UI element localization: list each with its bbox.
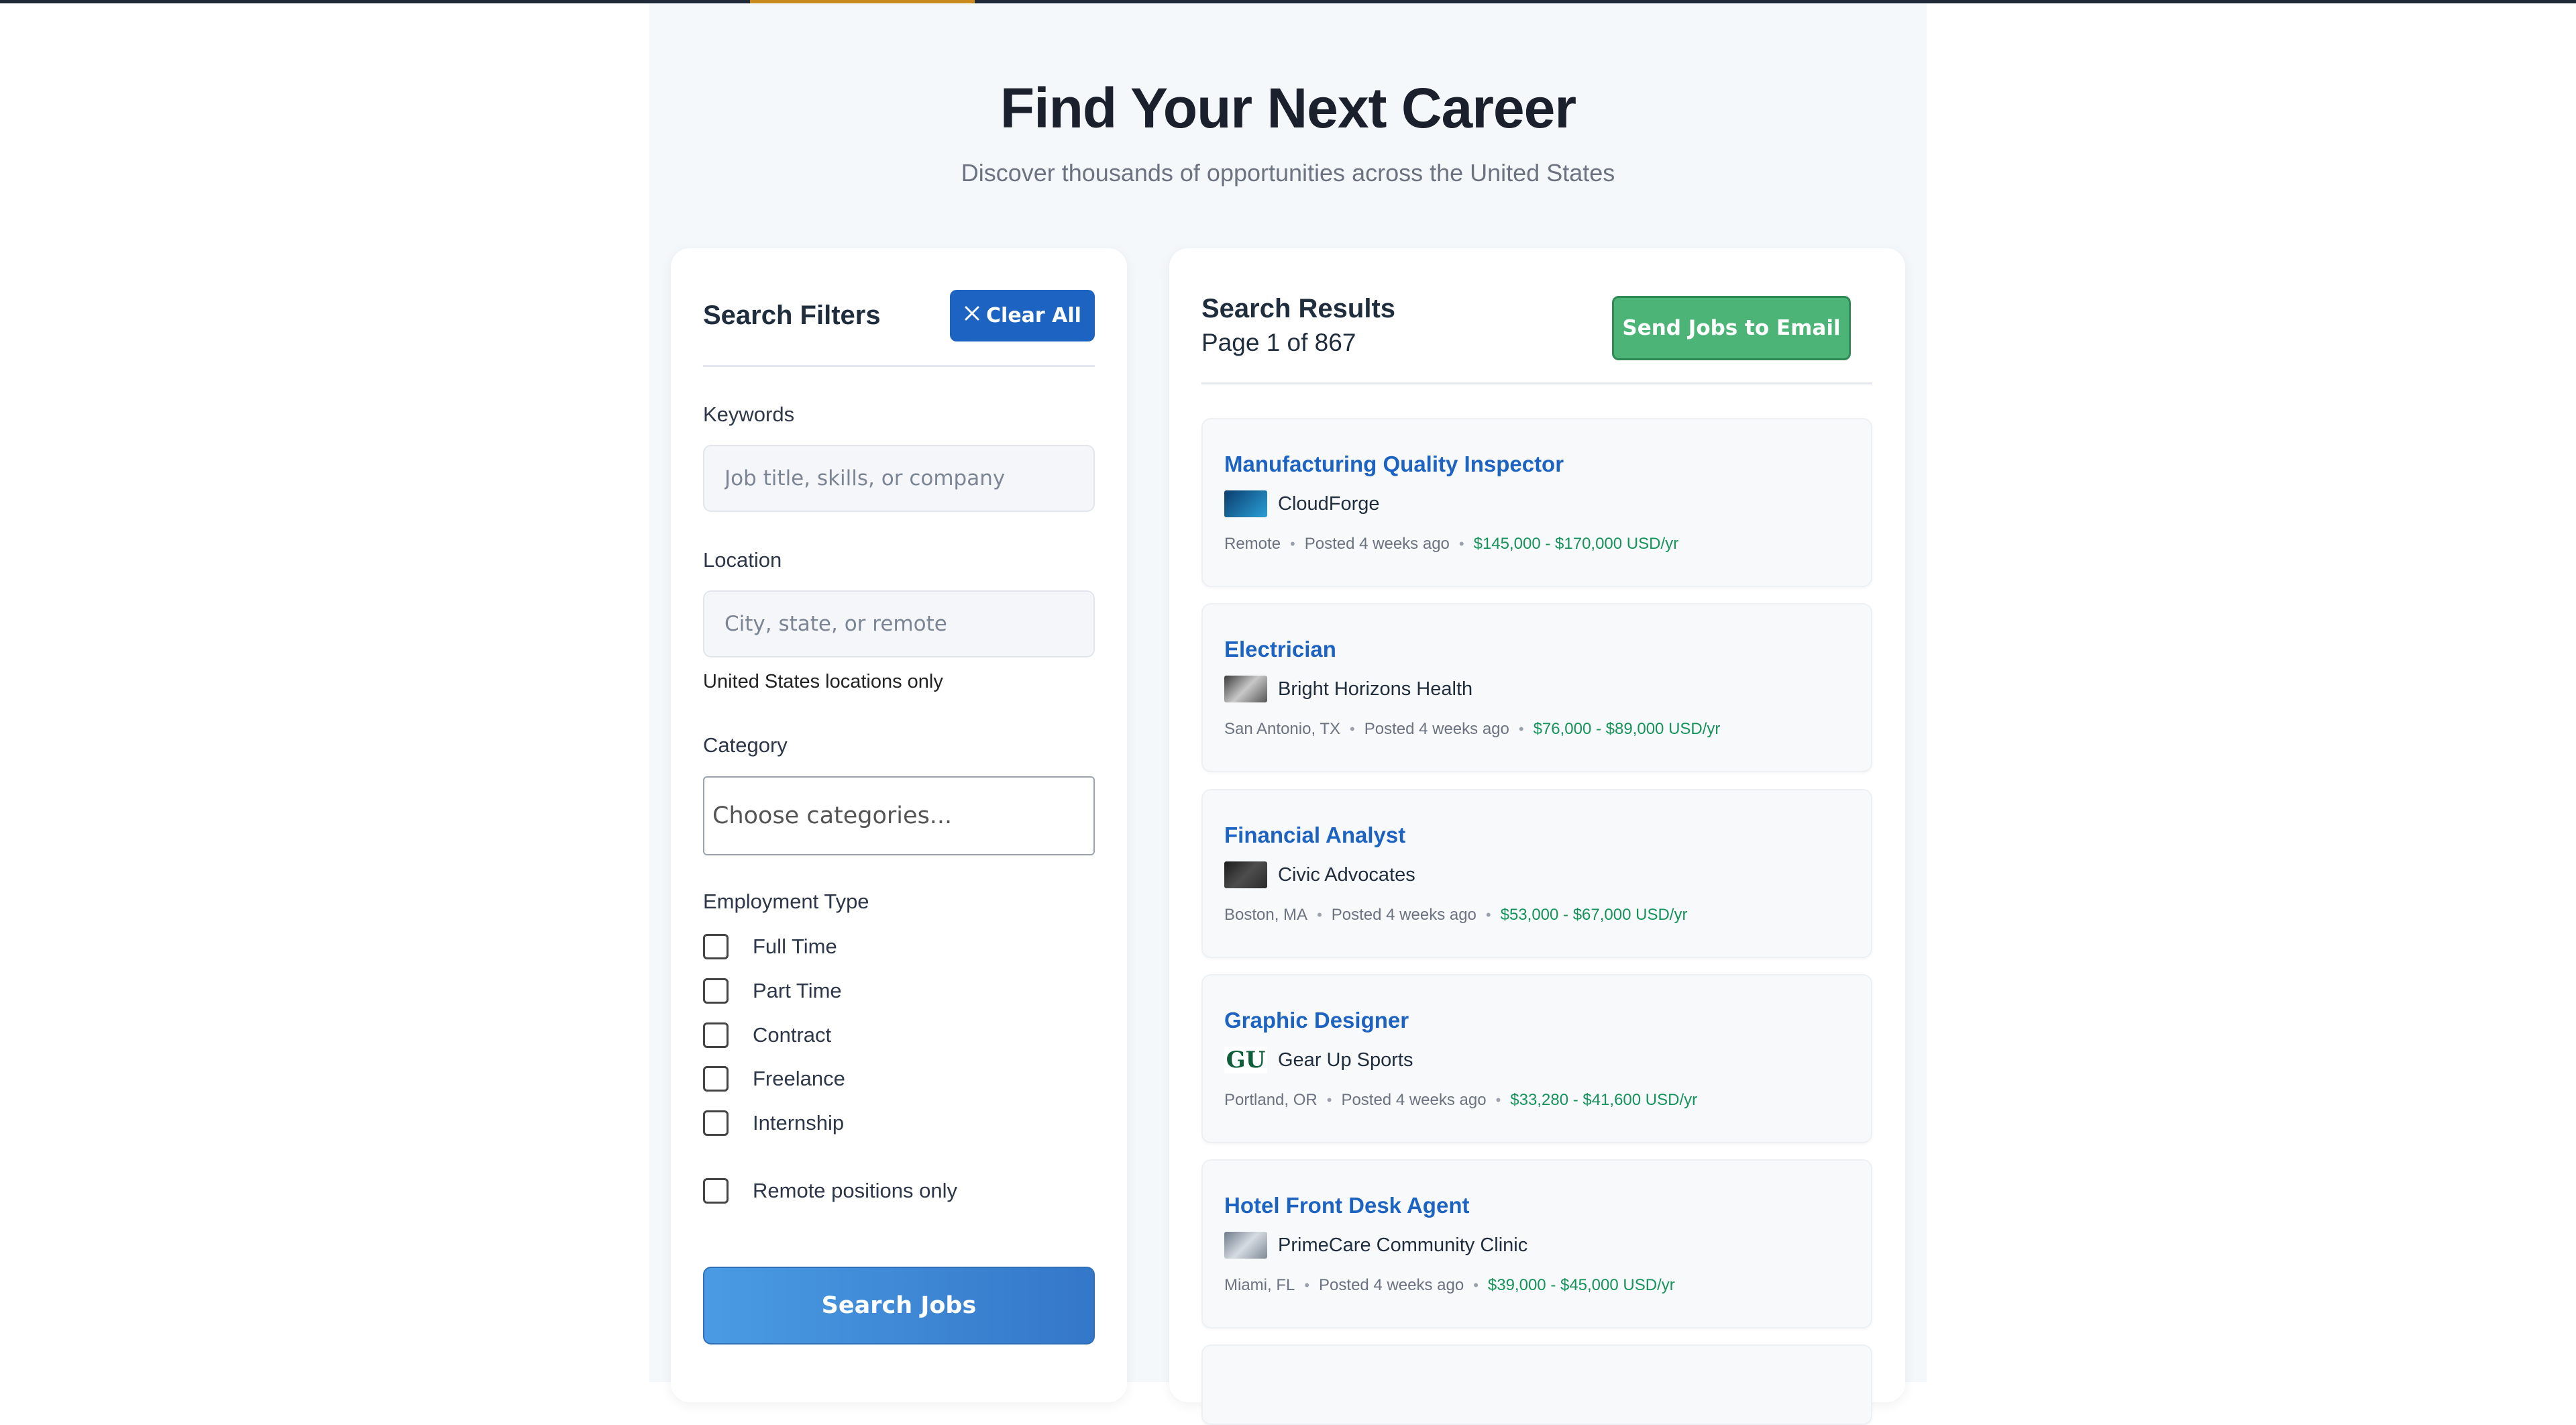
job-meta: Portland, OR • Posted 4 weeks ago • $33,… — [1224, 1091, 1697, 1110]
job-posted: Posted 4 weeks ago — [1364, 720, 1509, 738]
job-meta: San Antonio, TX • Posted 4 weeks ago • $… — [1224, 720, 1720, 739]
job-title-link[interactable]: Electrician — [1224, 637, 1336, 662]
company-name: CloudForge — [1278, 492, 1380, 515]
checkbox[interactable] — [703, 1066, 729, 1092]
job-meta: Remote • Posted 4 weeks ago • $145,000 -… — [1224, 535, 1678, 553]
results-title: Search Results — [1201, 294, 1396, 323]
job-posted: Posted 4 weeks ago — [1331, 906, 1477, 924]
job-card[interactable]: Graphic Designer GU Gear Up Sports Portl… — [1201, 974, 1872, 1143]
send-jobs-email-button[interactable]: Send Jobs to Email — [1612, 296, 1851, 360]
page-container: Find Your Next Career Discover thousands… — [649, 3, 1927, 1425]
filters-title: Search Filters — [703, 301, 881, 330]
results-divider — [1201, 382, 1872, 384]
job-salary: $39,000 - $45,000 USD/yr — [1487, 1276, 1675, 1294]
separator-dot: • — [1458, 535, 1464, 552]
category-label: Category — [703, 733, 788, 757]
job-card[interactable]: Manufacturing Quality Inspector CloudFor… — [1201, 418, 1872, 587]
checkbox[interactable] — [703, 1022, 729, 1048]
checkbox-label: Remote positions only — [753, 1179, 957, 1202]
results-panel: Search Results Page 1 of 867 Send Jobs t… — [1169, 248, 1905, 1425]
company-name: PrimeCare Community Clinic — [1278, 1234, 1528, 1256]
separator-dot: • — [1495, 1092, 1501, 1108]
checkbox[interactable] — [703, 1110, 729, 1136]
separator-dot: • — [1326, 1092, 1332, 1108]
company-name: Bright Horizons Health — [1278, 678, 1473, 700]
checkbox-label: Full Time — [753, 935, 837, 958]
job-posted: Posted 4 weeks ago — [1319, 1276, 1464, 1294]
separator-dot: • — [1350, 721, 1355, 737]
checkbox[interactable] — [703, 1178, 729, 1204]
separator-dot: • — [1473, 1277, 1479, 1294]
employment-contract[interactable]: Contract — [703, 1022, 831, 1048]
employment-full-time[interactable]: Full Time — [703, 934, 837, 959]
company-logo — [1224, 676, 1267, 702]
job-salary: $76,000 - $89,000 USD/yr — [1533, 720, 1721, 738]
company-logo: GU — [1224, 1047, 1267, 1073]
job-location: Boston, MA — [1224, 906, 1308, 924]
job-card[interactable]: Electrician Bright Horizons Health San A… — [1201, 603, 1872, 772]
checkbox-label: Part Time — [753, 979, 842, 1002]
filters-divider — [703, 365, 1095, 367]
job-salary: $145,000 - $170,000 USD/yr — [1473, 535, 1679, 553]
separator-dot: • — [1485, 906, 1491, 923]
job-card[interactable]: Financial Analyst Civic Advocates Boston… — [1201, 789, 1872, 958]
company-row: GU Gear Up Sports — [1224, 1047, 1413, 1073]
company-logo — [1224, 861, 1267, 888]
checkbox[interactable] — [703, 934, 729, 959]
filters-panel: Search Filters Clear All Keywords Locati… — [671, 248, 1127, 1402]
separator-dot: • — [1304, 1277, 1310, 1294]
job-location: Portland, OR — [1224, 1091, 1318, 1109]
employment-type-label: Employment Type — [703, 890, 869, 913]
company-row: Bright Horizons Health — [1224, 676, 1472, 702]
category-select[interactable]: Choose categories... — [703, 776, 1095, 855]
job-title-link[interactable]: Graphic Designer — [1224, 1008, 1409, 1033]
company-row: PrimeCare Community Clinic — [1224, 1232, 1527, 1259]
company-name: Civic Advocates — [1278, 863, 1415, 886]
job-meta: Boston, MA • Posted 4 weeks ago • $53,00… — [1224, 906, 1687, 925]
checkbox[interactable] — [703, 978, 729, 1004]
page-indicator: Page 1 of 867 — [1201, 329, 1356, 356]
job-salary: $33,280 - $41,600 USD/yr — [1510, 1091, 1698, 1109]
page-title: Find Your Next Career — [1000, 76, 1576, 140]
clear-all-button[interactable]: Clear All — [950, 290, 1095, 341]
job-card-partial[interactable] — [1201, 1344, 1872, 1425]
company-row: CloudForge — [1224, 490, 1380, 517]
job-location: Remote — [1224, 535, 1281, 553]
location-input[interactable] — [703, 590, 1095, 657]
job-location: Miami, FL — [1224, 1276, 1295, 1294]
keywords-input[interactable] — [703, 445, 1095, 512]
keywords-label: Keywords — [703, 403, 795, 426]
job-salary: $53,000 - $67,000 USD/yr — [1500, 906, 1688, 924]
checkbox-label: Contract — [753, 1023, 832, 1047]
separator-dot: • — [1290, 535, 1295, 552]
category-placeholder: Choose categories... — [712, 802, 953, 829]
clear-all-label: Clear All — [986, 304, 1081, 327]
company-logo — [1224, 490, 1267, 517]
location-hint: United States locations only — [703, 671, 943, 692]
company-logo — [1224, 1232, 1267, 1259]
company-name: Gear Up Sports — [1278, 1049, 1413, 1071]
location-label: Location — [703, 548, 782, 572]
close-icon — [963, 304, 981, 327]
separator-dot: • — [1317, 906, 1322, 923]
job-posted: Posted 4 weeks ago — [1341, 1091, 1487, 1109]
checkbox-label: Internship — [753, 1111, 845, 1134]
company-row: Civic Advocates — [1224, 861, 1415, 888]
job-meta: Miami, FL • Posted 4 weeks ago • $39,000… — [1224, 1276, 1675, 1295]
job-location: San Antonio, TX — [1224, 720, 1341, 738]
job-title-link[interactable]: Manufacturing Quality Inspector — [1224, 452, 1564, 477]
job-title-link[interactable]: Financial Analyst — [1224, 823, 1405, 848]
separator-dot: • — [1518, 721, 1524, 737]
remote-only-toggle[interactable]: Remote positions only — [703, 1178, 957, 1204]
employment-internship[interactable]: Internship — [703, 1110, 844, 1136]
job-card[interactable]: Hotel Front Desk Agent PrimeCare Communi… — [1201, 1159, 1872, 1328]
employment-freelance[interactable]: Freelance — [703, 1066, 845, 1092]
checkbox-label: Freelance — [753, 1067, 845, 1090]
job-title-link[interactable]: Hotel Front Desk Agent — [1224, 1193, 1469, 1218]
page-subtitle: Discover thousands of opportunities acro… — [961, 159, 1615, 187]
job-posted: Posted 4 weeks ago — [1304, 535, 1450, 553]
employment-part-time[interactable]: Part Time — [703, 978, 842, 1004]
search-jobs-button[interactable]: Search Jobs — [703, 1267, 1095, 1344]
